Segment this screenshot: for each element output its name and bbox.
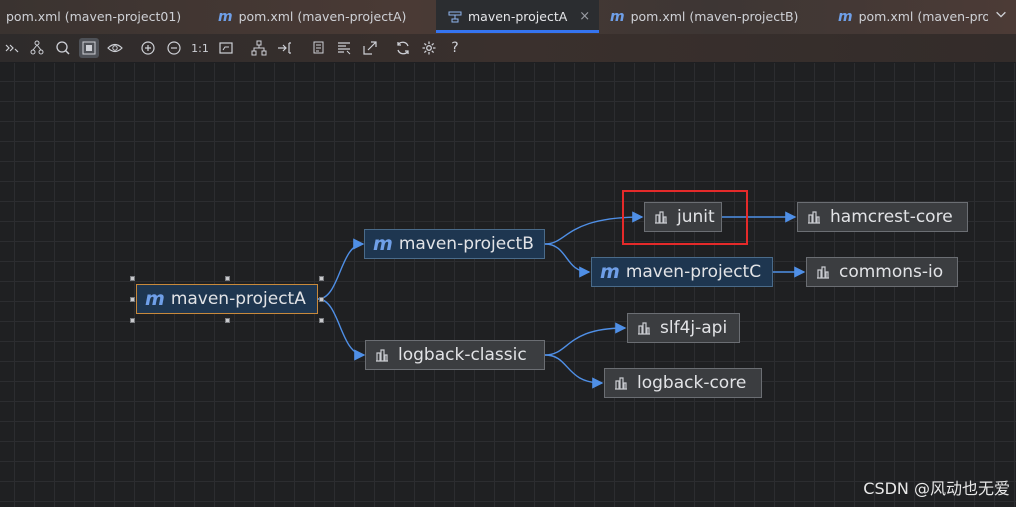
tab-label: pom.xml (maven-projectA) — [238, 9, 407, 24]
selection-handle[interactable] — [319, 276, 324, 281]
node-label: commons-io — [839, 262, 944, 282]
edge-logback-classic-logback-core — [544, 354, 604, 389]
node-label: maven-projectC — [625, 262, 762, 282]
actual-size-button[interactable]: 1:1 — [190, 38, 210, 58]
node-label: maven-projectB — [398, 234, 534, 254]
node-commons-io[interactable]: commons-io — [806, 257, 958, 287]
editor-tab-bar: pom.xml (maven-project01) m pom.xml (mav… — [0, 0, 1016, 35]
refresh-icon[interactable] — [393, 38, 413, 58]
selection-handle[interactable] — [130, 297, 135, 302]
node-slf4j-api[interactable]: slf4j-api — [627, 313, 740, 343]
library-icon — [638, 322, 650, 335]
zoom-out-icon[interactable] — [164, 38, 184, 58]
library-icon — [808, 211, 820, 224]
export-text-icon[interactable] — [334, 38, 354, 58]
tab-pom-maven-projectA[interactable]: m pom.xml (maven-projectA) — [218, 0, 428, 33]
library-icon — [615, 377, 627, 390]
fit-page-icon[interactable] — [216, 38, 236, 58]
apply-layout-icon[interactable] — [249, 38, 269, 58]
focus-node-icon[interactable] — [53, 38, 73, 58]
node-label: logback-core — [637, 373, 747, 393]
node-label: slf4j-api — [660, 318, 728, 338]
edge-logback-classic-slf4j — [544, 322, 627, 356]
close-icon[interactable]: × — [579, 9, 590, 24]
edge-projectB-projectC — [544, 243, 591, 278]
edge-projectA-projectB — [317, 238, 365, 300]
node-logback-classic[interactable]: logback-classic — [365, 340, 545, 370]
selection-handle[interactable] — [225, 276, 230, 281]
watermark-text: CSDN @风动也无爱 — [863, 479, 1010, 498]
tab-label: pom.xml (maven-project01) — [6, 9, 182, 24]
maven-m-icon: m — [373, 233, 393, 255]
node-label: hamcrest-core — [830, 207, 953, 227]
maven-m-icon: m — [600, 261, 620, 283]
layout-hierarchy-icon[interactable] — [27, 38, 47, 58]
tab-pom-maven-projectB[interactable]: m pom.xml (maven-projectB) — [610, 0, 820, 33]
selection-handle[interactable] — [319, 297, 324, 302]
diagram-canvas[interactable]: m maven-projectA m maven-projectB m mave… — [0, 63, 1016, 507]
tab-label: pom.xml (maven-projectB) — [630, 9, 799, 24]
tab-pom-maven-project01[interactable]: pom.xml (maven-project01) — [6, 0, 202, 33]
node-maven-projectB[interactable]: m maven-projectB — [364, 229, 545, 259]
diagram-toolbar: 1:1 ? — [0, 34, 1016, 63]
maven-m-icon: m — [145, 288, 165, 310]
diagram-icon — [448, 11, 462, 22]
fit-content-icon[interactable] — [79, 38, 99, 58]
expand-toolbar-icon[interactable] — [2, 38, 22, 58]
show-visibility-icon[interactable] — [105, 38, 125, 58]
chevron-down-icon[interactable] — [994, 7, 1010, 23]
node-hamcrest-core[interactable]: hamcrest-core — [797, 202, 968, 232]
maven-m-icon: m — [610, 8, 625, 25]
node-maven-projectA[interactable]: m maven-projectA — [136, 284, 318, 314]
help-button[interactable]: ? — [445, 38, 465, 58]
library-icon — [817, 266, 829, 279]
node-maven-projectC[interactable]: m maven-projectC — [591, 257, 773, 287]
node-label: logback-classic — [398, 345, 527, 365]
maven-m-icon: m — [838, 8, 853, 25]
export-image-icon[interactable] — [360, 38, 380, 58]
selection-handle[interactable] — [130, 318, 135, 323]
maven-m-icon: m — [218, 8, 233, 25]
edge-projectA-logback-classic — [317, 298, 366, 361]
selection-handle[interactable] — [225, 318, 230, 323]
selection-handle[interactable] — [319, 318, 324, 323]
selection-handle[interactable] — [130, 276, 135, 281]
tab-label: maven-projectA — [468, 9, 568, 24]
node-label: maven-projectA — [170, 289, 306, 309]
zoom-in-icon[interactable] — [138, 38, 158, 58]
node-logback-core[interactable]: logback-core — [604, 368, 762, 398]
route-edges-icon[interactable] — [275, 38, 295, 58]
tab-maven-projectA-diagram[interactable]: maven-projectA × — [436, 0, 599, 33]
copy-diagram-icon[interactable] — [308, 38, 328, 58]
settings-gear-icon[interactable] — [419, 38, 439, 58]
tab-pom-maven-projectC[interactable]: m pom.xml (maven-pro — [838, 0, 988, 33]
highlight-annotation-box — [622, 190, 748, 245]
library-icon — [376, 349, 388, 362]
tab-label: pom.xml (maven-pro — [858, 9, 988, 24]
